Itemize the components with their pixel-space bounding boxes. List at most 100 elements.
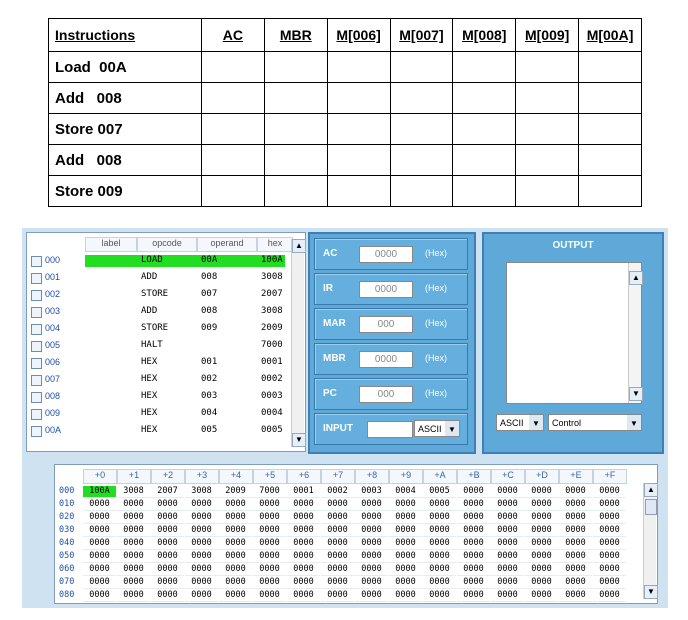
dump-cell[interactable]: 0000: [457, 538, 490, 550]
dump-cell[interactable]: 0000: [355, 538, 388, 550]
dump-cell[interactable]: 0000: [525, 512, 558, 524]
dump-cell[interactable]: 0000: [593, 486, 626, 498]
dump-cell[interactable]: 0000: [559, 486, 592, 498]
dump-cell[interactable]: 0000: [355, 525, 388, 537]
row-checkbox[interactable]: [31, 256, 42, 267]
dump-cell[interactable]: 0000: [457, 512, 490, 524]
row-checkbox[interactable]: [31, 341, 42, 352]
dump-cell[interactable]: 0000: [83, 525, 116, 537]
trace-cell[interactable]: [201, 113, 265, 145]
program-memory-list[interactable]: label opcode operand hex 000 LOAD 00A 100A 0…: [26, 232, 306, 452]
memory-list-row[interactable]: 006 HEX 001 0001: [29, 357, 285, 370]
trace-cell[interactable]: [389, 51, 454, 83]
dump-cell[interactable]: 0000: [117, 564, 150, 576]
dump-cell[interactable]: 0000: [457, 564, 490, 576]
dump-cell[interactable]: 0000: [253, 499, 286, 511]
trace-cell[interactable]: [201, 82, 265, 114]
dump-cell[interactable]: 0000: [117, 577, 150, 589]
dump-cell[interactable]: 0000: [559, 538, 592, 550]
dump-cell[interactable]: 0000: [253, 551, 286, 563]
dump-cell[interactable]: 0000: [185, 577, 218, 589]
dump-cell[interactable]: 0000: [423, 538, 456, 550]
dump-cell[interactable]: 0000: [321, 525, 354, 537]
input-mode-select[interactable]: ASCII ▼: [414, 420, 460, 437]
dump-cell[interactable]: 7000: [253, 486, 286, 498]
dump-cell[interactable]: 0000: [151, 525, 184, 537]
trace-cell[interactable]: [578, 51, 642, 83]
dump-cell[interactable]: 0000: [423, 551, 456, 563]
trace-cell[interactable]: [578, 82, 642, 114]
dump-cell[interactable]: 0000: [83, 590, 116, 602]
dump-scroll-up-icon[interactable]: ▲: [644, 483, 658, 497]
dump-cell[interactable]: 0002: [321, 486, 354, 498]
dump-cell[interactable]: 0000: [287, 577, 320, 589]
dump-cell[interactable]: 0000: [525, 525, 558, 537]
trace-cell[interactable]: [578, 144, 642, 176]
dump-cell[interactable]: 0000: [117, 499, 150, 511]
dump-cell[interactable]: 0000: [287, 499, 320, 511]
dump-cell[interactable]: 0000: [593, 499, 626, 511]
trace-cell[interactable]: [452, 144, 517, 176]
register-value[interactable]: 0000: [359, 246, 413, 263]
dump-cell[interactable]: 0000: [491, 590, 524, 602]
dump-cell[interactable]: 0000: [355, 499, 388, 511]
memory-list-row[interactable]: 007 HEX 002 0002: [29, 374, 285, 387]
dump-cell[interactable]: 0000: [253, 564, 286, 576]
trace-cell[interactable]: [389, 113, 454, 145]
dump-cell[interactable]: 0000: [355, 512, 388, 524]
dump-cell[interactable]: 0000: [525, 577, 558, 589]
row-checkbox[interactable]: [31, 307, 42, 318]
dump-cell[interactable]: 0000: [389, 551, 422, 563]
dump-cell[interactable]: 0000: [83, 499, 116, 511]
dump-cell[interactable]: 3008: [185, 486, 218, 498]
dump-cell[interactable]: 0000: [559, 551, 592, 563]
trace-cell[interactable]: [452, 82, 517, 114]
dump-cell[interactable]: 0000: [83, 551, 116, 563]
dump-scroll-down-icon[interactable]: ▼: [644, 585, 658, 599]
dump-cell[interactable]: 0000: [355, 590, 388, 602]
dump-cell[interactable]: 0000: [117, 590, 150, 602]
dump-cell[interactable]: 0000: [389, 590, 422, 602]
dump-cell[interactable]: 0003: [355, 486, 388, 498]
memory-list-row[interactable]: 004 STORE 009 2009: [29, 323, 285, 336]
memory-dump-scrollbar[interactable]: ▲ ▼: [643, 483, 658, 599]
trace-cell[interactable]: [452, 51, 517, 83]
dump-cell[interactable]: 0000: [219, 564, 252, 576]
trace-cell[interactable]: [389, 82, 454, 114]
dump-cell[interactable]: 0000: [389, 499, 422, 511]
trace-cell[interactable]: [578, 175, 642, 207]
register-value[interactable]: 0000: [359, 281, 413, 298]
dump-cell[interactable]: 0000: [525, 486, 558, 498]
dump-cell[interactable]: 0000: [525, 538, 558, 550]
dump-cell[interactable]: 0000: [151, 512, 184, 524]
dump-cell[interactable]: 0000: [457, 577, 490, 589]
memory-list-row[interactable]: 008 HEX 003 0003: [29, 391, 285, 404]
dump-scroll-thumb[interactable]: [645, 499, 657, 515]
dump-cell[interactable]: 0000: [151, 499, 184, 511]
dump-cell[interactable]: 0000: [491, 538, 524, 550]
dump-cell[interactable]: 0000: [117, 538, 150, 550]
dump-cell[interactable]: 0000: [219, 577, 252, 589]
trace-cell[interactable]: [515, 144, 580, 176]
memory-list-row[interactable]: 002 STORE 007 2007: [29, 289, 285, 302]
trace-cell[interactable]: [515, 82, 580, 114]
dump-cell[interactable]: 0000: [423, 512, 456, 524]
dump-cell[interactable]: 0000: [151, 590, 184, 602]
dump-cell[interactable]: 0000: [287, 538, 320, 550]
dump-cell[interactable]: 0000: [525, 564, 558, 576]
row-checkbox[interactable]: [31, 290, 42, 301]
dump-cell[interactable]: 0000: [219, 512, 252, 524]
dump-cell[interactable]: 0000: [117, 512, 150, 524]
memory-dump-panel[interactable]: +0 +1 +2 +3 +4 +5 +6 +7 +8 +9 +A +B +C +D +E +F 000 100A…: [54, 464, 658, 604]
dump-cell[interactable]: 0001: [287, 486, 320, 498]
dump-cell[interactable]: 3008: [117, 486, 150, 498]
trace-cell[interactable]: [201, 51, 265, 83]
trace-cell[interactable]: [326, 82, 391, 114]
dump-cell[interactable]: 0000: [151, 564, 184, 576]
dump-cell[interactable]: 0000: [321, 499, 354, 511]
trace-cell[interactable]: [389, 144, 454, 176]
dump-cell[interactable]: 0000: [457, 590, 490, 602]
dump-cell[interactable]: 0000: [83, 564, 116, 576]
dump-cell[interactable]: 0000: [491, 577, 524, 589]
dump-cell[interactable]: 0000: [287, 551, 320, 563]
